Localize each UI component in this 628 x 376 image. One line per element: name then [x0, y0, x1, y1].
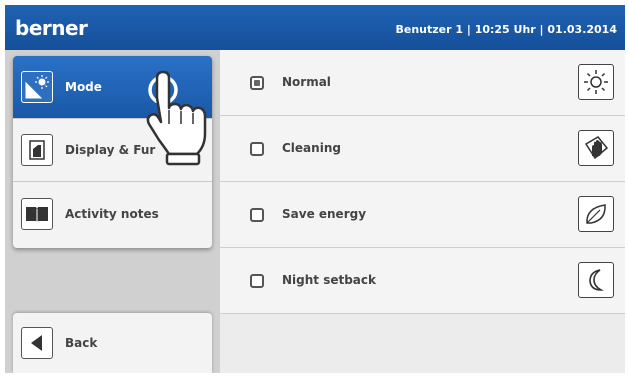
brand-logo: berner	[15, 16, 88, 40]
menu-item-label: Display & Fur	[65, 143, 156, 157]
book-icon	[21, 197, 53, 230]
display-icon	[21, 134, 53, 166]
option-label: Night setback	[282, 273, 377, 287]
back-label: Back	[65, 336, 98, 350]
radio-checkbox[interactable]	[250, 142, 264, 156]
option-label: Normal	[282, 75, 331, 89]
option-label: Save energy	[282, 207, 367, 221]
mode-icon	[21, 71, 53, 103]
menu-item-label: Activity notes	[65, 206, 159, 221]
mode-options-panel: Normal Cleaning Save energy Night setbac…	[220, 50, 625, 373]
option-row-save-energy[interactable]: Save energy	[220, 182, 625, 248]
back-button[interactable]: Back	[13, 313, 212, 373]
option-row-normal[interactable]: Normal	[220, 50, 625, 116]
menu-item-label: Mode	[65, 80, 102, 94]
option-row-cleaning[interactable]: Cleaning	[220, 116, 625, 182]
moon-icon	[578, 262, 614, 298]
cleaning-hand-icon	[578, 130, 614, 166]
leaf-icon	[578, 196, 614, 232]
radio-checkbox[interactable]	[250, 274, 264, 288]
status-text: Benutzer 1 | 10:25 Uhr | 01.03.2014	[395, 23, 617, 36]
radio-checkbox[interactable]	[250, 76, 264, 90]
back-arrow-icon	[21, 327, 53, 359]
header-bar: berner Benutzer 1 | 10:25 Uhr | 01.03.20…	[5, 5, 625, 51]
radio-checkbox[interactable]	[250, 208, 264, 222]
sun-icon	[578, 64, 614, 100]
touch-screen: berner Benutzer 1 | 10:25 Uhr | 01.03.20…	[5, 5, 625, 373]
option-label: Cleaning	[282, 141, 341, 155]
menu-item-activity-notes[interactable]: Activity notes	[13, 182, 212, 245]
option-row-night-setback[interactable]: Night setback	[220, 248, 625, 314]
empty-row	[220, 314, 625, 373]
pointer-hand-icon	[146, 70, 207, 166]
